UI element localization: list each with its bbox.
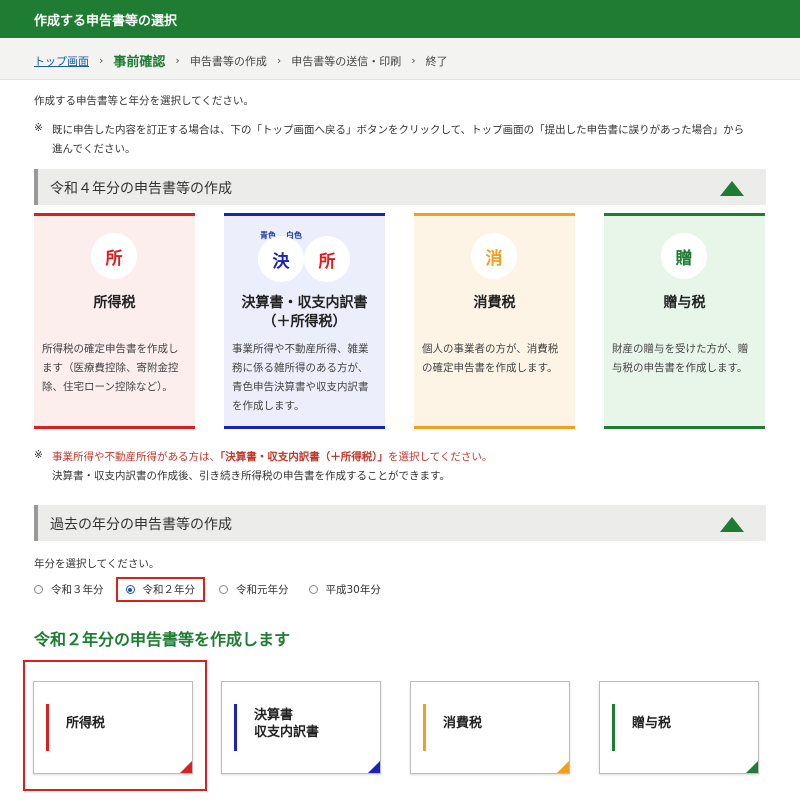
note-line: 決算書・収支内訳書の作成後、引き続き所得税の申告書を作成することができます。 bbox=[52, 470, 450, 482]
note-line: 進んでください。 bbox=[52, 143, 136, 155]
radio-heisei30[interactable]: 平成30年分 bbox=[308, 582, 381, 597]
card-title: 消費税 bbox=[473, 295, 516, 311]
section-title: 過去の年分の申告書等の作成 bbox=[50, 517, 232, 533]
radio-button-selected[interactable] bbox=[125, 585, 135, 594]
year-prompt: 年分を選択してください。 bbox=[34, 558, 160, 570]
note-mark: ※ bbox=[34, 449, 43, 461]
note-red-emphasis: 「決算書・収支内訳書（＋所得税）」 bbox=[220, 451, 388, 463]
financial-statement-icon: 決 bbox=[258, 236, 304, 282]
card-title: 所得税 bbox=[93, 295, 136, 311]
card-income-tax[interactable]: 所 所得税 所得税の確定申告書を作成します（医療費控除、寄附金控除、住宅ローン控… bbox=[34, 213, 195, 429]
section-title: 令和４年分の申告書等の作成 bbox=[50, 181, 232, 197]
gift-tax-icon: 贈 bbox=[661, 233, 707, 279]
corner-arrow-icon bbox=[746, 761, 758, 773]
income-tax-icon: 所 bbox=[304, 236, 350, 282]
button-gift-tax[interactable]: 贈与税 bbox=[599, 681, 759, 774]
corner-arrow-icon bbox=[368, 761, 380, 773]
chevron-right-icon: › bbox=[411, 54, 416, 67]
breadcrumb: トップ画面 › 事前確認 › 申告書等の作成 › 申告書等の送信・印刷 › 終了 bbox=[34, 51, 448, 70]
button-label: 贈与税 bbox=[632, 716, 672, 731]
year-radio-group: 令和３年分 令和２年分 令和元年分 平成30年分 bbox=[34, 577, 401, 602]
page-title: 作成する申告書等の選択 bbox=[34, 14, 178, 29]
card-consumption-tax[interactable]: 消 消費税 個人の事業者の方が、消費税の確定申告書を作成します。 bbox=[414, 213, 575, 429]
breadcrumb-step: 終了 bbox=[425, 54, 448, 68]
accent-bar bbox=[612, 704, 615, 751]
collapse-triangle-icon[interactable] bbox=[720, 517, 744, 532]
accent-bar bbox=[46, 704, 49, 751]
card-title: 決算書・収支内訳書（＋所得税） bbox=[241, 295, 368, 330]
note-line: 既に申告した内容を訂正する場合は、下の「トップ画面へ戻る」ボタンをクリックして、… bbox=[52, 124, 745, 136]
card-description: 個人の事業者の方が、消費税の確定申告書を作成します。 bbox=[422, 343, 559, 374]
chevron-right-icon: › bbox=[276, 54, 282, 67]
corner-arrow-icon bbox=[180, 761, 192, 773]
collapse-triangle-icon[interactable] bbox=[720, 181, 744, 196]
note-mark: ※ bbox=[34, 122, 43, 134]
button-label: 所得税 bbox=[66, 716, 106, 731]
radio-label: 令和３年分 bbox=[51, 584, 104, 596]
breadcrumb-bar: トップ画面 › 事前確認 › 申告書等の作成 › 申告書等の送信・印刷 › 終了 bbox=[0, 38, 800, 80]
corner-arrow-icon bbox=[557, 761, 569, 773]
chevron-right-icon: › bbox=[99, 54, 104, 67]
card-financial-statement[interactable]: 青色 白色 決 所 決算書・収支内訳書（＋所得税） 事業所得や不動産所得、雑業務… bbox=[224, 213, 385, 429]
button-financial-statement[interactable]: 決算書 収支内訳書 bbox=[221, 681, 381, 774]
breadcrumb-step: 申告書等の送信・印刷 bbox=[291, 54, 402, 68]
breadcrumb-top-link[interactable]: トップ画面 bbox=[34, 53, 89, 69]
button-label-line: 決算書 bbox=[254, 708, 294, 723]
card-description: 事業所得や不動産所得、雑業務に係る雑所得のある方が、青色申告決算書や収支内訳書を… bbox=[232, 343, 369, 412]
section-header-past-years[interactable]: 過去の年分の申告書等の作成 bbox=[34, 505, 766, 541]
card-description: 所得税の確定申告書を作成します（医療費控除、寄附金控除、住宅ローン控除など）。 bbox=[42, 343, 179, 393]
income-tax-icon: 所 bbox=[91, 233, 137, 279]
section-header-current-year[interactable]: 令和４年分の申告書等の作成 bbox=[34, 169, 766, 205]
intro-text: 作成する申告書等と年分を選択してください。 bbox=[34, 95, 254, 107]
card-title: 贈与税 bbox=[663, 295, 706, 311]
radio-reiwa3[interactable]: 令和３年分 bbox=[34, 582, 104, 597]
note-red-line: 事業所得や不動産所得がある方は、「決算書・収支内訳書（＋所得税）」を選択してくだ… bbox=[52, 449, 492, 464]
create-heading: 令和２年分の申告書等を作成します bbox=[34, 630, 291, 649]
accent-bar bbox=[234, 704, 237, 751]
accent-bar bbox=[423, 704, 426, 751]
button-label-line: 収支内訳書 bbox=[254, 725, 320, 740]
window-title-bar: 作成する申告書等の選択 bbox=[0, 0, 800, 38]
card-gift-tax[interactable]: 贈 贈与税 財産の贈与を受けた方が、贈与税の申告書を作成します。 bbox=[604, 213, 765, 429]
button-income-tax[interactable]: 所得税 bbox=[33, 681, 193, 774]
button-label: 消費税 bbox=[443, 716, 483, 731]
consumption-tax-icon: 消 bbox=[471, 233, 517, 279]
note-red-text: 事業所得や不動産所得がある方は、 bbox=[52, 451, 220, 463]
note-red-text: を選択してください。 bbox=[388, 451, 493, 463]
radio-label: 令和２年分 bbox=[142, 584, 196, 596]
button-consumption-tax[interactable]: 消費税 bbox=[410, 681, 570, 774]
breadcrumb-current: 事前確認 bbox=[113, 55, 166, 70]
card-description: 財産の贈与を受けた方が、贈与税の申告書を作成します。 bbox=[612, 343, 749, 374]
chevron-right-icon: › bbox=[175, 54, 180, 67]
radio-reiwa1[interactable]: 令和元年分 bbox=[219, 582, 289, 597]
radio-button[interactable] bbox=[308, 585, 318, 594]
breadcrumb-step: 申告書等の作成 bbox=[189, 54, 267, 68]
radio-reiwa2[interactable]: 令和２年分 bbox=[115, 577, 205, 602]
radio-button[interactable] bbox=[34, 585, 43, 594]
radio-label: 令和元年分 bbox=[236, 584, 289, 596]
button-label: 決算書 収支内訳書 bbox=[254, 707, 319, 741]
radio-button[interactable] bbox=[219, 585, 228, 594]
radio-label: 平成30年分 bbox=[325, 584, 381, 596]
